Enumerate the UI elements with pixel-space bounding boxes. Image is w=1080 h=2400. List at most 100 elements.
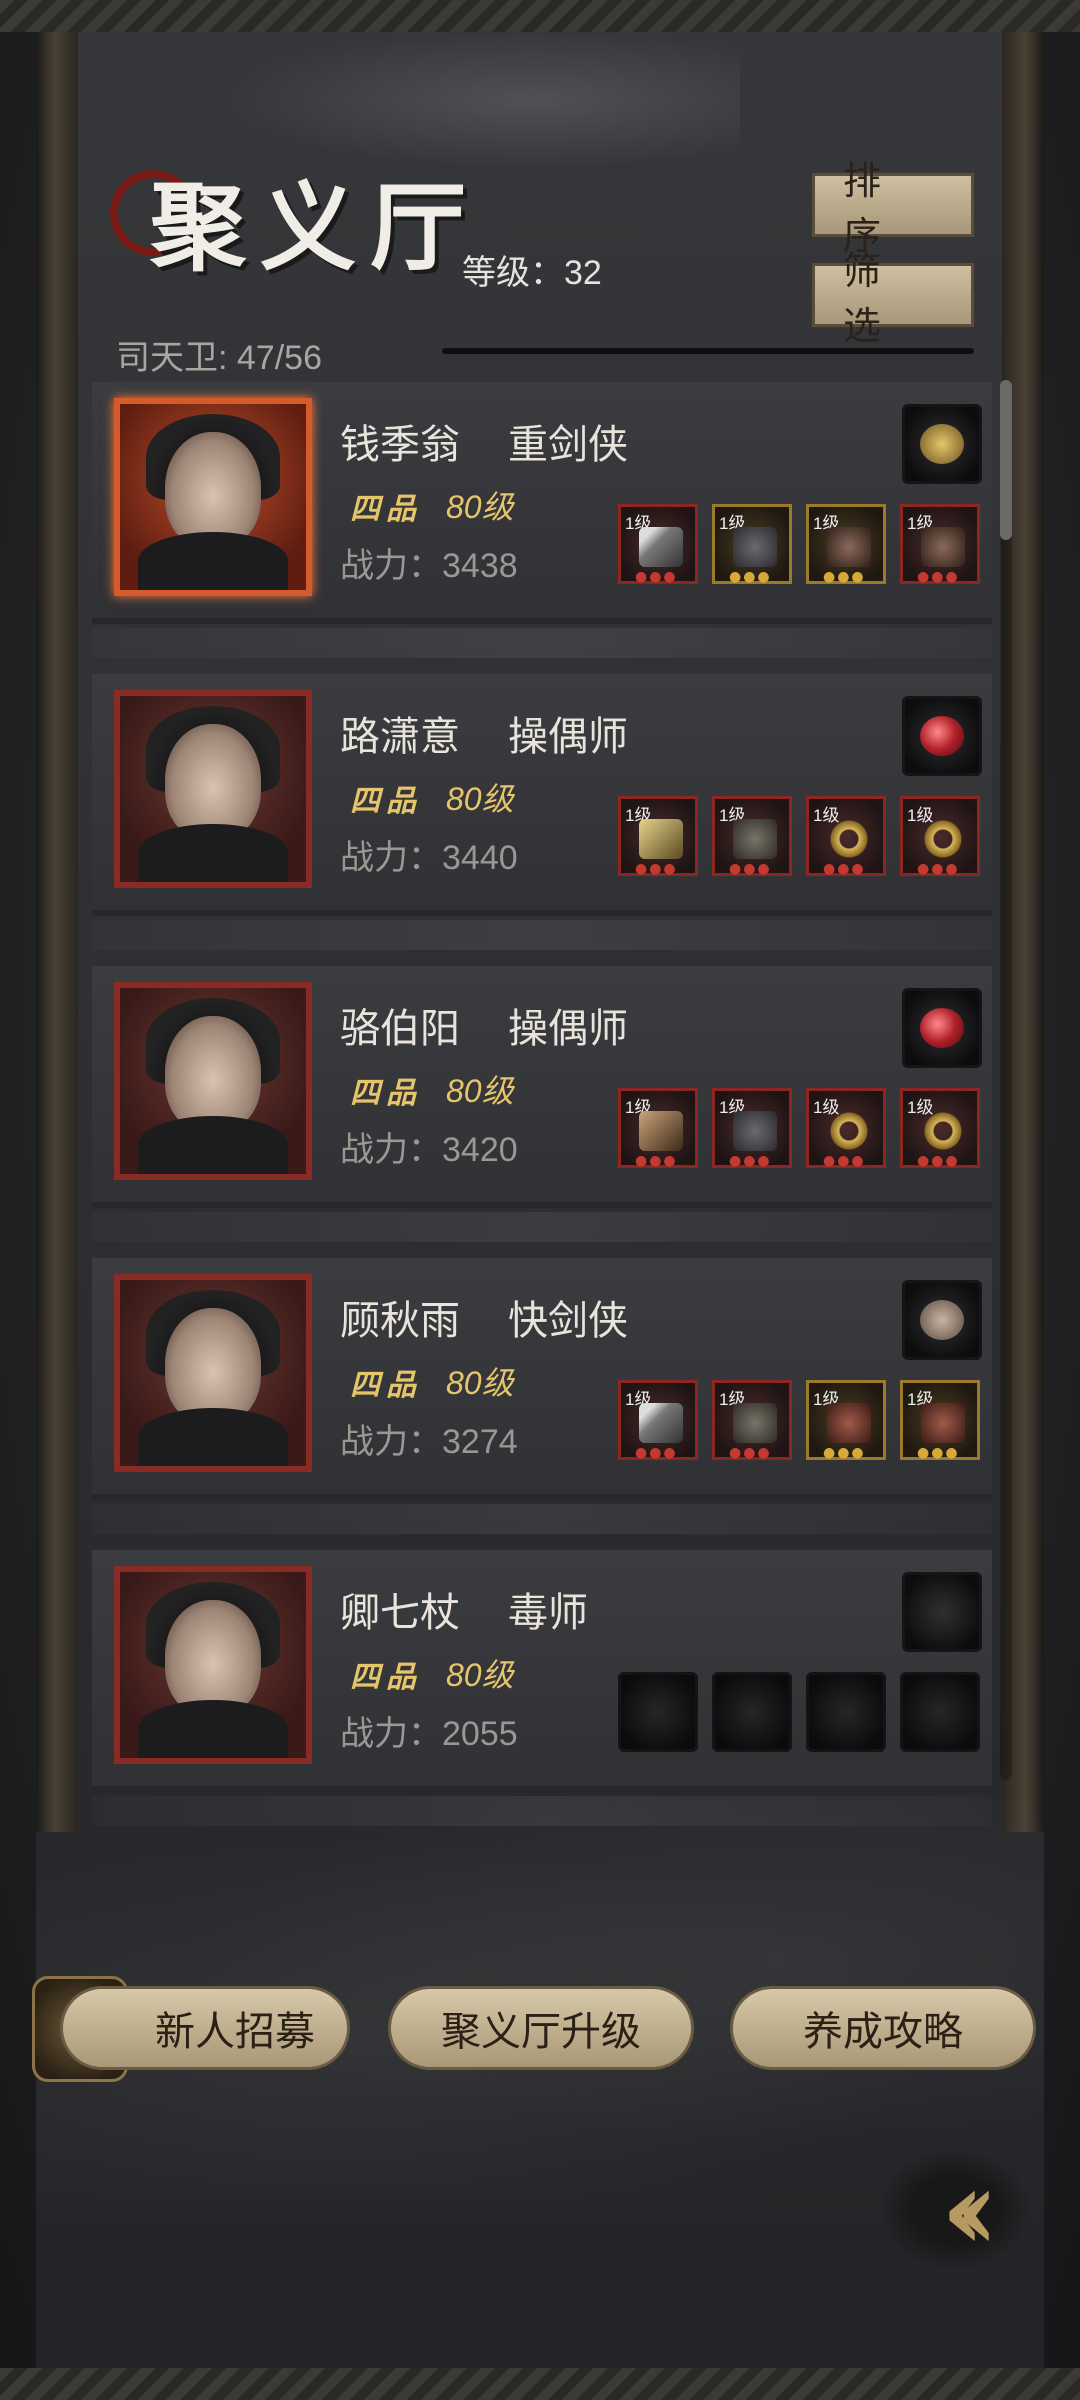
- character-power: 战力：2055: [340, 1706, 518, 1755]
- character-name: 顾秋雨: [340, 1298, 460, 1344]
- star-dots-icon: ●●●: [917, 1445, 960, 1461]
- equipment-slot[interactable]: 1级 ●●●: [900, 1088, 980, 1169]
- mask-icon: [827, 1403, 871, 1443]
- power-label: 战力：: [340, 547, 442, 585]
- power-label: 战力：: [340, 1131, 442, 1169]
- portrait-face: [165, 432, 261, 548]
- character-card[interactable]: 顾秋雨 快剑侠 四品 80级 战力：3274 1级 ●●● 1级 ●●● 1级 ●●● 1级…: [92, 1258, 992, 1534]
- character-class: 操偶师: [508, 1006, 628, 1052]
- ring-icon: [921, 819, 965, 859]
- back-button[interactable]: ‹‹: [880, 2150, 1030, 2270]
- equipment-slot[interactable]: 1级 ●●●: [618, 796, 698, 877]
- equipment-slot[interactable]: 1级 ●●●: [618, 1088, 698, 1169]
- equipment-slot[interactable]: 1级 ●●●: [712, 504, 792, 585]
- character-class: 快剑侠: [508, 1298, 628, 1344]
- equipment-slot[interactable]: 1级 ●●●: [806, 504, 886, 585]
- sword-icon: [639, 527, 683, 567]
- list-scrollbar-thumb[interactable]: [1000, 380, 1012, 540]
- hall-level-label: 等级：: [462, 254, 564, 292]
- empty-slot-icon: [920, 1592, 964, 1632]
- double-chevron-left-icon: ‹‹: [941, 2145, 999, 2274]
- character-portrait[interactable]: [114, 982, 312, 1180]
- equipment-row: 1级 ●●● 1级 ●●● 1级 ●●● 1级 ●●●: [618, 796, 988, 878]
- character-card[interactable]: 路潇意 操偶师 四品 80级 战力：3440 1级 ●●● 1级 ●●● 1级 ●●● 1级…: [92, 674, 992, 950]
- armor-icon: [733, 527, 777, 567]
- equipment-slot[interactable]: 1级 ●●●: [618, 1380, 698, 1461]
- filter-button[interactable]: 筛选: [812, 249, 974, 348]
- equipment-slot[interactable]: 1级 ●●●: [712, 1088, 792, 1169]
- character-rank: 四品: [350, 1368, 422, 1403]
- character-card[interactable]: 钱季翁 重剑侠 四品 80级 战力：3438 1级 ●●● 1级 ●●● 1级 ●●● 1级…: [92, 382, 992, 658]
- character-card[interactable]: 骆伯阳 操偶师 四品 80级 战力：3420 1级 ●●● 1级 ●●● 1级 ●●● 1级…: [92, 966, 992, 1242]
- equipment-slot[interactable]: 1级 ●●●: [806, 1088, 886, 1169]
- equipment-slot[interactable]: 1级 ●●●: [806, 796, 886, 877]
- red-gem-icon: [920, 716, 964, 756]
- hall-upgrade-button[interactable]: 聚义厅升级: [388, 1986, 694, 2070]
- power-value: 3274: [442, 1423, 518, 1461]
- equipment-slot[interactable]: 1级 ●●●: [806, 1380, 886, 1461]
- character-portrait[interactable]: [114, 1566, 312, 1764]
- equipment-slot[interactable]: 1级 ●●●: [712, 1380, 792, 1461]
- pet-slot[interactable]: [902, 696, 982, 776]
- star-dots-icon: ●●●: [729, 1153, 772, 1169]
- left-wood-frame: [36, 32, 78, 1832]
- training-guide-button[interactable]: 养成攻略: [730, 1986, 1036, 2070]
- star-dots-icon: ●●●: [823, 569, 866, 585]
- empty-slot-icon: [827, 1695, 871, 1735]
- portrait-body: [138, 532, 288, 590]
- character-rank: 四品: [350, 784, 422, 819]
- power-value: 3438: [442, 547, 518, 585]
- character-name: 骆伯阳: [340, 1006, 460, 1052]
- equipment-slot[interactable]: 1级 ●●●: [712, 796, 792, 877]
- pet-slot[interactable]: [902, 1280, 982, 1360]
- power-label: 战力：: [340, 1715, 442, 1753]
- equipment-row: [618, 1672, 988, 1754]
- character-power: 战力：3440: [340, 830, 518, 879]
- equipment-slot[interactable]: [618, 1672, 698, 1752]
- star-dots-icon: ●●●: [635, 569, 678, 585]
- character-portrait[interactable]: [114, 398, 312, 596]
- equipment-slot[interactable]: 1级 ●●●: [900, 504, 980, 585]
- character-rank: 四品: [350, 492, 422, 527]
- ring-icon: [827, 819, 871, 859]
- star-dots-icon: ●●●: [729, 1445, 772, 1461]
- star-dots-icon: ●●●: [635, 861, 678, 877]
- character-class: 毒师: [508, 1590, 588, 1636]
- robe-icon: [733, 819, 777, 859]
- equipment-row: 1级 ●●● 1级 ●●● 1级 ●●● 1级 ●●●: [618, 1088, 988, 1170]
- character-power: 战力：3274: [340, 1414, 518, 1463]
- equipment-slot[interactable]: 1级 ●●●: [618, 504, 698, 585]
- equipment-slot[interactable]: 1级 ●●●: [900, 1380, 980, 1461]
- character-power: 战力：3420: [340, 1122, 518, 1171]
- star-dots-icon: ●●●: [635, 1153, 678, 1169]
- page-title: 聚义厅: [150, 171, 480, 284]
- sword-icon: [639, 1403, 683, 1443]
- portrait-face: [165, 724, 261, 840]
- power-label: 战力：: [340, 839, 442, 877]
- character-card[interactable]: 卿七杖 毒师 四品 80级 战力：2055: [92, 1550, 992, 1826]
- golden-cup-icon: [920, 424, 964, 464]
- equipment-slot[interactable]: 1级 ●●●: [900, 796, 980, 877]
- character-portrait[interactable]: [114, 1274, 312, 1472]
- equipment-slot[interactable]: [806, 1672, 886, 1752]
- power-value: 3440: [442, 839, 518, 877]
- power-value: 3420: [442, 1131, 518, 1169]
- character-name: 卿七杖: [340, 1590, 460, 1636]
- equipment-row: 1级 ●●● 1级 ●●● 1级 ●●● 1级 ●●●: [618, 1380, 988, 1462]
- hall-level: 等级：32: [462, 245, 602, 294]
- portrait-body: [138, 1116, 288, 1174]
- empty-slot-icon: [639, 1695, 683, 1735]
- pet-slot[interactable]: [902, 404, 982, 484]
- staff-icon: [639, 819, 683, 859]
- character-rank: 四品: [350, 1660, 422, 1695]
- sort-button[interactable]: 排序: [812, 159, 974, 258]
- equipment-slot[interactable]: [900, 1672, 980, 1752]
- pet-slot[interactable]: [902, 1572, 982, 1652]
- character-portrait[interactable]: [114, 690, 312, 888]
- star-dots-icon: ●●●: [917, 861, 960, 877]
- pet-slot[interactable]: [902, 988, 982, 1068]
- character-class: 重剑侠: [508, 422, 628, 468]
- recruit-button[interactable]: 新人招募: [60, 1986, 350, 2070]
- list-scrollbar[interactable]: [1000, 380, 1012, 1780]
- equipment-slot[interactable]: [712, 1672, 792, 1752]
